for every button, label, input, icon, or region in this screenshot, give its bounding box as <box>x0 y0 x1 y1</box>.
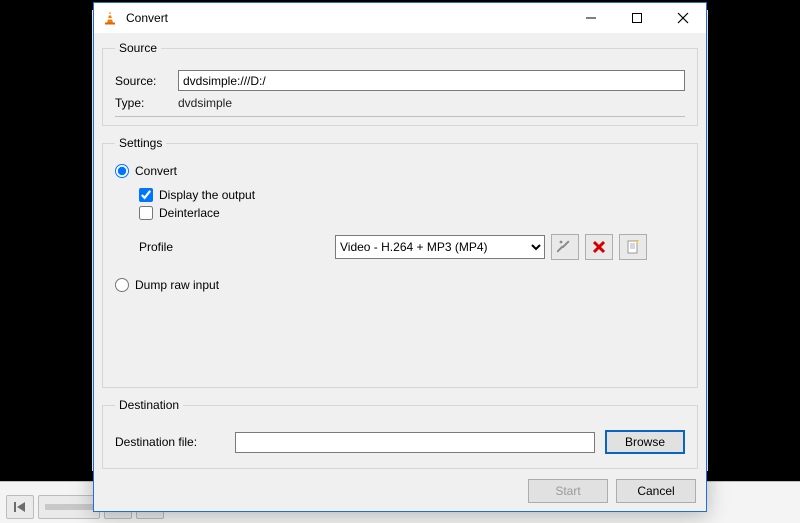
cancel-button[interactable]: Cancel <box>616 479 696 503</box>
type-value: dvdsimple <box>178 96 232 110</box>
settings-group: Settings Convert Display the output Dein… <box>102 136 698 388</box>
display-output-label: Display the output <box>159 188 255 202</box>
source-label: Source: <box>115 74 170 88</box>
convert-dialog: Convert Source Source: <box>93 2 707 512</box>
player-progress[interactable] <box>38 495 100 519</box>
destination-legend: Destination <box>115 398 183 412</box>
new-profile-button[interactable] <box>619 234 647 260</box>
destination-file-input[interactable] <box>235 432 595 453</box>
window-title: Convert <box>126 11 168 25</box>
start-button[interactable]: Start <box>528 479 608 503</box>
dump-radio-label: Dump raw input <box>135 278 219 292</box>
titlebar: Convert <box>94 3 706 33</box>
source-legend: Source <box>115 41 161 55</box>
settings-legend: Settings <box>115 136 166 150</box>
convert-radio[interactable]: Convert <box>115 164 685 178</box>
display-output-checkbox[interactable]: Display the output <box>139 188 685 202</box>
maximize-button[interactable] <box>614 3 660 33</box>
destination-group: Destination Destination file: Browse <box>102 398 698 469</box>
bg-frame <box>0 0 92 481</box>
browse-button[interactable]: Browse <box>605 430 685 454</box>
deinterlace-label: Deinterlace <box>159 206 220 220</box>
player-prev-button[interactable] <box>6 495 34 519</box>
bg-frame <box>708 0 800 481</box>
destination-file-label: Destination file: <box>115 435 225 449</box>
profile-label: Profile <box>139 240 329 254</box>
close-button[interactable] <box>660 3 706 33</box>
deinterlace-checkbox[interactable]: Deinterlace <box>139 206 685 220</box>
type-label: Type: <box>115 96 170 110</box>
dump-radio[interactable]: Dump raw input <box>115 278 685 292</box>
action-row: Start Cancel <box>102 475 698 505</box>
profile-select[interactable]: Video - H.264 + MP3 (MP4) <box>335 235 545 259</box>
source-input[interactable] <box>178 70 685 91</box>
edit-profile-button[interactable] <box>551 234 579 260</box>
source-group: Source Source: Type: dvdsimple <box>102 41 698 126</box>
delete-profile-button[interactable] <box>585 234 613 260</box>
minimize-button[interactable] <box>568 3 614 33</box>
vlc-cone-icon <box>102 10 118 26</box>
convert-radio-label: Convert <box>135 164 177 178</box>
